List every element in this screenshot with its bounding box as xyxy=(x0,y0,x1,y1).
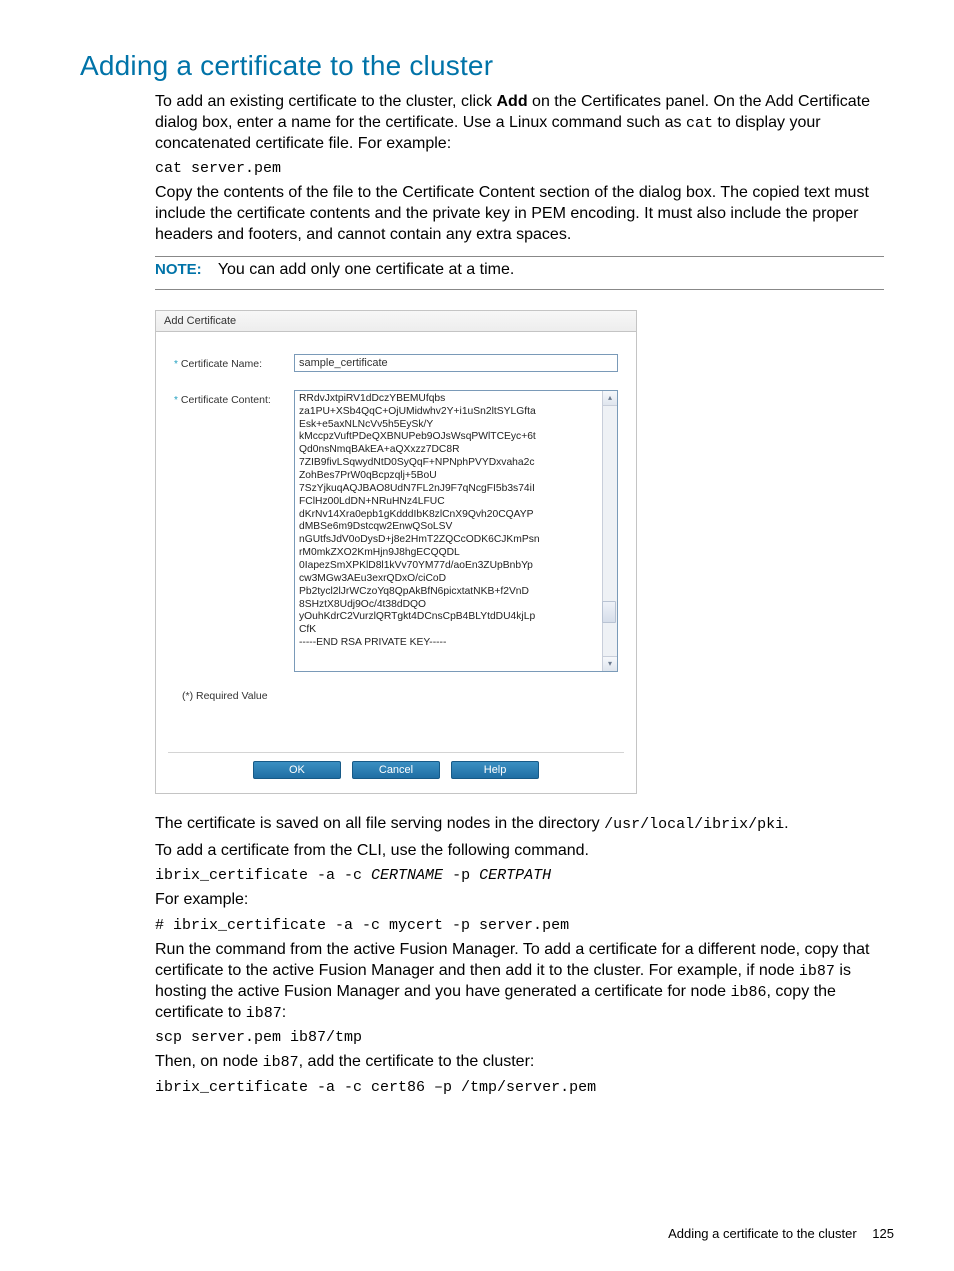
note-row: NOTE: You can add only one certificate a… xyxy=(155,261,884,279)
dialog-divider xyxy=(168,752,624,753)
certpath-var: CERTPATH xyxy=(479,867,551,884)
footer-text: Adding a certificate to the cluster xyxy=(668,1226,857,1241)
certname-var: CERTNAME xyxy=(371,867,443,884)
cert-name-label: *Certificate Name: xyxy=(174,354,294,370)
add-certificate-dialog: Add Certificate *Certificate Name: *Cert… xyxy=(155,310,637,794)
text: Then, on node xyxy=(155,1053,263,1070)
final-command: ibrix_certificate -a -c cert86 –p /tmp/s… xyxy=(155,1079,884,1096)
ok-button[interactable]: OK xyxy=(253,761,341,779)
label-text: Certificate Name: xyxy=(181,358,262,370)
divider xyxy=(155,289,884,290)
page-footer: Adding a certificate to the cluster 125 xyxy=(668,1226,894,1241)
for-example: For example: xyxy=(155,890,884,911)
node-code: ib87 xyxy=(799,963,835,980)
node-code: ib87 xyxy=(246,1005,282,1022)
divider xyxy=(155,256,884,257)
text: , add the certificate to the cluster: xyxy=(299,1053,535,1070)
cli-command: ibrix_certificate -a -c CERTNAME -p CERT… xyxy=(155,867,884,884)
text: -p xyxy=(443,867,479,884)
cert-content-textarea[interactable] xyxy=(295,391,602,671)
page-number: 125 xyxy=(872,1226,894,1241)
scroll-down-icon[interactable]: ▾ xyxy=(603,656,617,671)
saved-paragraph: The certificate is saved on all file ser… xyxy=(155,814,884,835)
cancel-button[interactable]: Cancel xyxy=(352,761,440,779)
text: . xyxy=(784,815,788,832)
text: Run the command from the active Fusion M… xyxy=(155,941,869,979)
note-text: You can add only one certificate at a ti… xyxy=(218,261,514,278)
then-paragraph: Then, on node ib87, add the certificate … xyxy=(155,1052,884,1073)
command-cat: cat server.pem xyxy=(155,160,884,177)
cert-content-label: *Certificate Content: xyxy=(174,390,294,406)
scroll-up-icon[interactable]: ▴ xyxy=(603,391,617,406)
label-text: Certificate Content: xyxy=(181,394,271,406)
required-icon: * xyxy=(174,359,178,370)
copy-paragraph: Copy the contents of the file to the Cer… xyxy=(155,183,884,245)
example-command: # ibrix_certificate -a -c mycert -p serv… xyxy=(155,917,884,934)
cert-name-input[interactable] xyxy=(294,354,618,372)
add-bold: Add xyxy=(497,93,528,110)
intro-paragraph: To add an existing certificate to the cl… xyxy=(155,92,884,154)
run-paragraph: Run the command from the active Fusion M… xyxy=(155,940,884,1023)
scrollbar[interactable]: ▴ ▾ xyxy=(602,391,617,671)
scroll-thumb[interactable] xyxy=(602,601,616,623)
page-title: Adding a certificate to the cluster xyxy=(80,50,914,82)
text: The certificate is saved on all file ser… xyxy=(155,815,604,832)
help-button[interactable]: Help xyxy=(451,761,539,779)
required-note: (*) Required Value xyxy=(182,690,618,702)
required-icon: * xyxy=(174,395,178,406)
text: To add an existing certificate to the cl… xyxy=(155,93,497,110)
text: : xyxy=(282,1004,286,1021)
node-code: ib87 xyxy=(263,1054,299,1071)
dialog-title: Add Certificate xyxy=(156,311,636,332)
node-code: ib86 xyxy=(730,984,766,1001)
path-code: /usr/local/ibrix/pki xyxy=(604,816,784,833)
note-label: NOTE: xyxy=(155,261,202,278)
scp-command: scp server.pem ib87/tmp xyxy=(155,1029,884,1046)
cli-intro: To add a certificate from the CLI, use t… xyxy=(155,841,884,862)
cat-code: cat xyxy=(686,115,713,132)
text: ibrix_certificate -a -c xyxy=(155,867,371,884)
